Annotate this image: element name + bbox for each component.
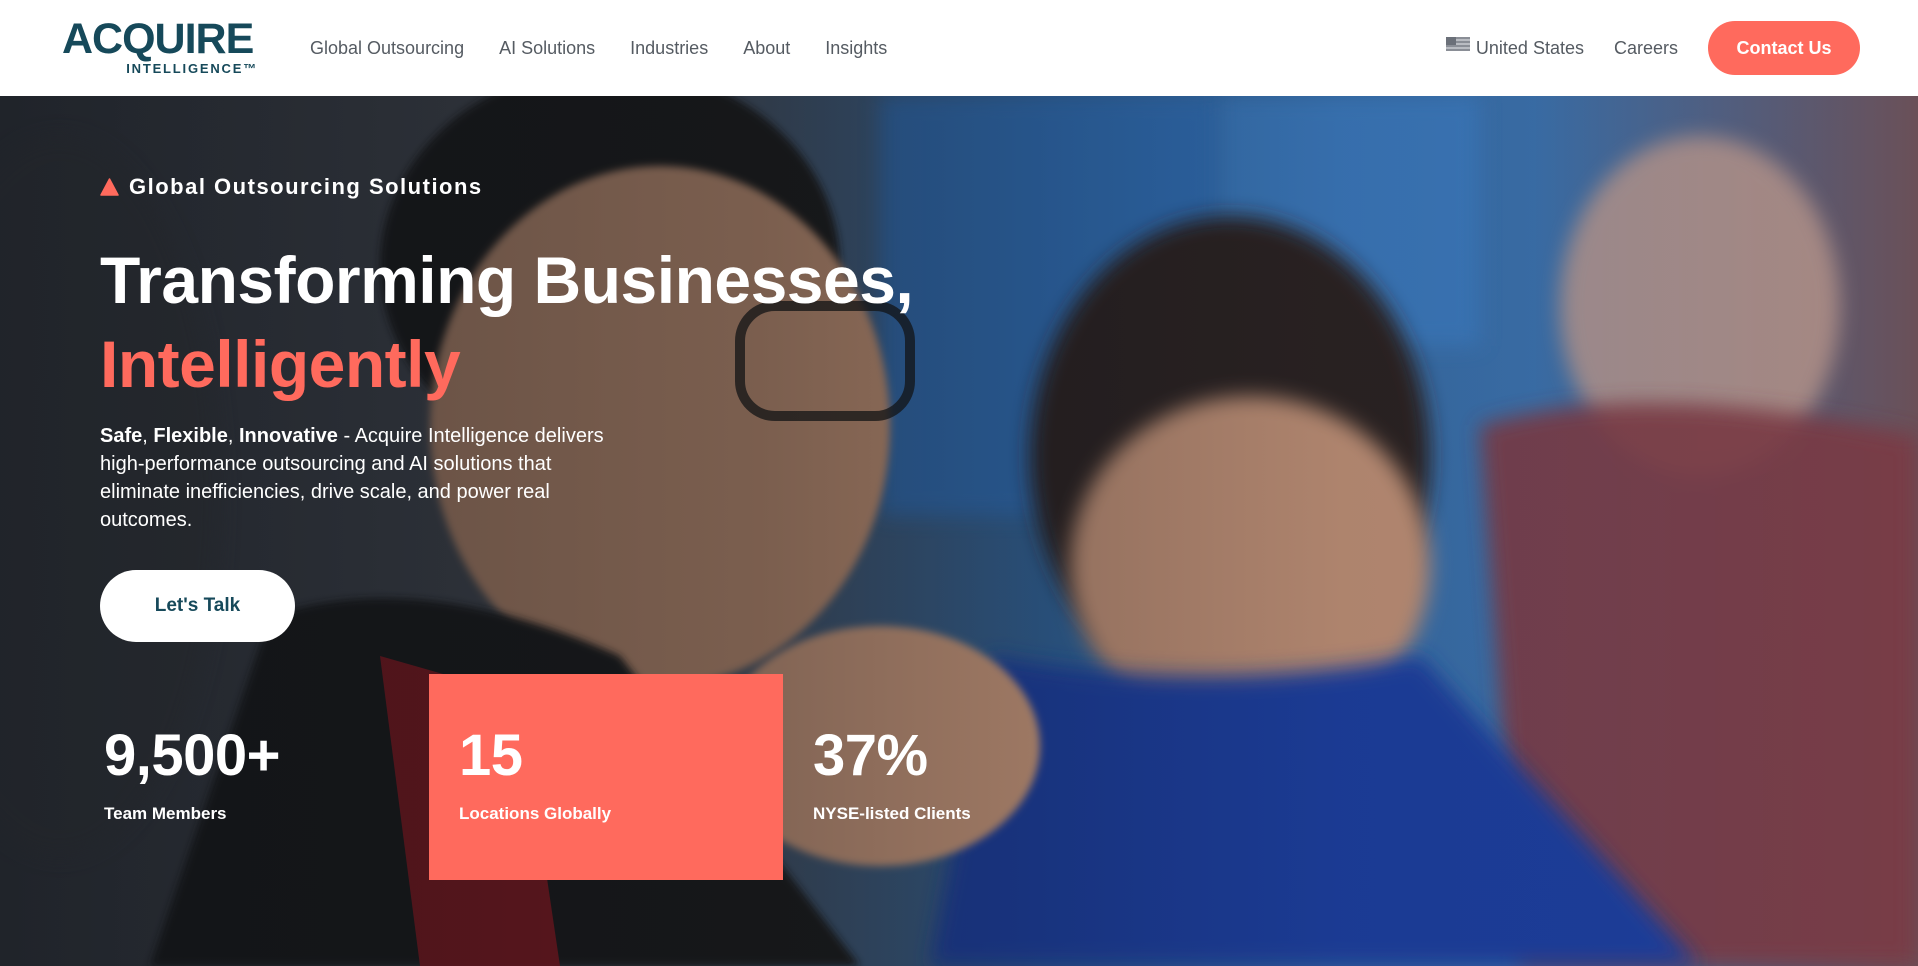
stat-label: Team Members — [104, 804, 227, 823]
lead-separator-2: , — [227, 425, 239, 447]
hero-headline: Transforming Businesses, Intelligently — [100, 238, 914, 406]
region-selector[interactable]: United States — [1445, 37, 1584, 59]
stat-value: 15 — [459, 723, 523, 788]
hero-eyebrow-text: Global Outsourcing Solutions — [129, 174, 483, 199]
hero-description: Safe, Flexible, Innovative - Acquire Int… — [100, 422, 620, 534]
lead-keyword-safe: Safe — [100, 425, 143, 447]
stat-label: Locations Globally — [459, 804, 612, 823]
logo-subtitle: INTELLIGENCE™ — [126, 61, 258, 76]
nav-utilities: United States Careers Contact Us — [1445, 0, 1860, 96]
stat-value: 37% — [813, 723, 928, 788]
nav-link-about[interactable]: About — [743, 38, 790, 59]
hero-eyebrow: Global Outsourcing Solutions — [100, 174, 483, 200]
primary-nav: Global Outsourcing AI Solutions Industri… — [310, 0, 887, 96]
contact-us-button[interactable]: Contact Us — [1708, 21, 1860, 75]
hero-headline-accent: Intelligently — [100, 327, 461, 401]
lead-keyword-innovative: Innovative — [238, 425, 338, 447]
careers-link[interactable]: Careers — [1614, 38, 1678, 59]
region-label: United States — [1475, 37, 1584, 58]
brand-logo[interactable]: ACQUIRE INTELLIGENCE™ — [62, 18, 260, 78]
lead-separator-1: , — [142, 425, 154, 447]
us-flag-icon — [1445, 37, 1470, 51]
lead-keyword-flexible: Flexible — [153, 425, 228, 447]
stat-locations: 15 Locations Globally — [429, 674, 783, 880]
lets-talk-button[interactable]: Let's Talk — [100, 570, 295, 642]
triangle-icon — [100, 178, 119, 196]
hero-section: Global Outsourcing Solutions Transformin… — [0, 96, 1918, 966]
nav-link-industries[interactable]: Industries — [630, 38, 708, 59]
stat-label: NYSE-listed Clients — [813, 804, 971, 823]
nav-link-global-outsourcing[interactable]: Global Outsourcing — [310, 38, 464, 59]
site-header: ACQUIRE INTELLIGENCE™ Global Outsourcing… — [0, 0, 1918, 96]
stat-nyse-clients: 37% NYSE-listed Clients — [783, 674, 1137, 880]
hero-headline-line1: Transforming Businesses, — [100, 243, 914, 317]
logo-wordmark: ACQUIRE — [62, 15, 254, 63]
stat-team-members: 9,500+ Team Members — [74, 674, 428, 880]
nav-link-insights[interactable]: Insights — [825, 38, 887, 59]
nav-link-ai-solutions[interactable]: AI Solutions — [499, 38, 595, 59]
stat-value: 9,500+ — [104, 723, 281, 788]
